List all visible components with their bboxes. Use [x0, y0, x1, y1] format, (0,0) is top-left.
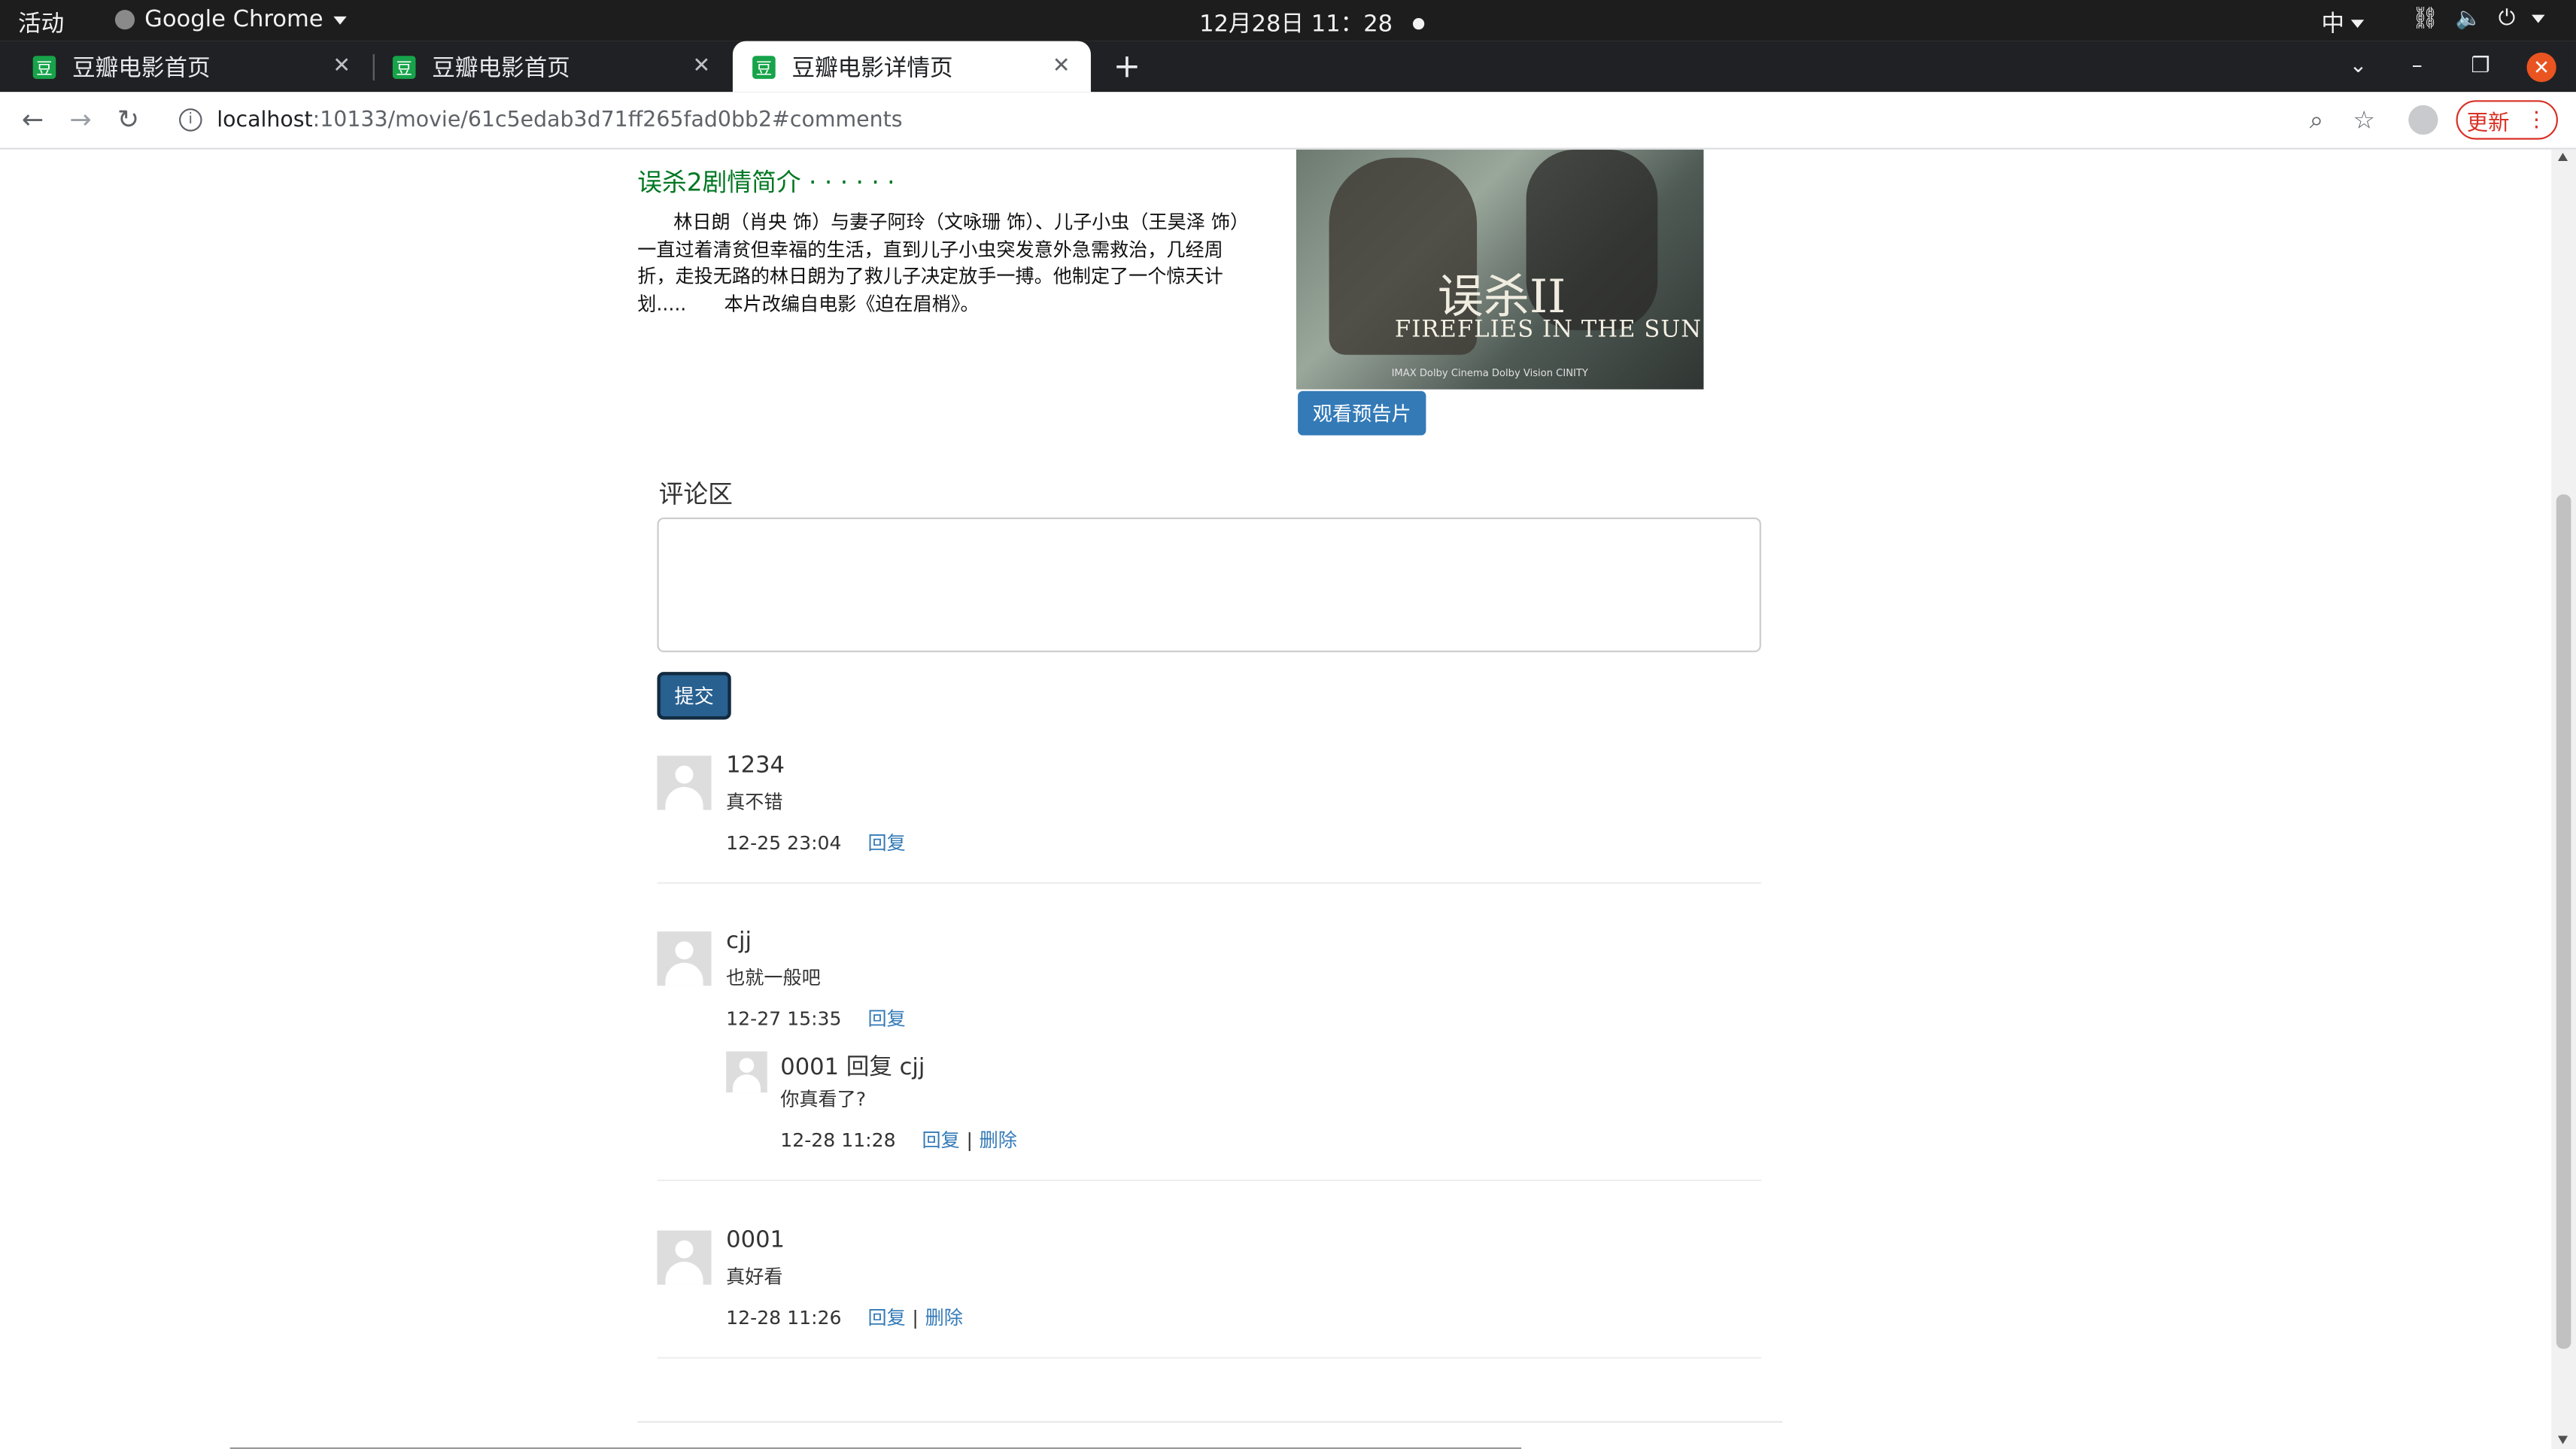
- tab-title: 豆瓣电影详情页: [791, 55, 953, 82]
- minimize-icon[interactable]: –: [2412, 41, 2423, 93]
- update-label: 更新: [2466, 111, 2510, 136]
- notification-dot-icon: [1412, 17, 1424, 29]
- link-separator: |: [912, 1306, 919, 1329]
- comment-text: 真好看: [726, 1265, 783, 1288]
- reply-time: 12-28 11:28: [780, 1129, 896, 1152]
- star-icon[interactable]: ☆: [2350, 105, 2379, 135]
- comment-meta: 12-27 15:35 回复: [726, 1005, 905, 1031]
- scroll-thumb[interactable]: [2556, 494, 2571, 1349]
- douban-favicon-icon: 豆: [32, 55, 56, 79]
- comment-time: 12-28 11:26: [726, 1306, 842, 1329]
- comment-user: cjj: [726, 928, 752, 955]
- tab-title: 豆瓣电影首页: [72, 55, 211, 82]
- link-separator: |: [966, 1129, 973, 1152]
- submit-button[interactable]: 提交: [657, 672, 731, 720]
- comment-time: 12-27 15:35: [726, 1007, 842, 1031]
- poster-title-en: FIREFLIES IN THE SUN: [1394, 317, 1703, 344]
- url-host: localhost: [217, 108, 313, 132]
- input-method-indicator[interactable]: 中: [2322, 7, 2365, 40]
- watch-trailer-button[interactable]: 观看预告片: [1298, 390, 1426, 436]
- app-menu[interactable]: Google Chrome: [114, 6, 347, 33]
- comment-input[interactable]: [657, 517, 1761, 652]
- tab-title: 豆瓣电影首页: [432, 55, 570, 82]
- restore-icon[interactable]: ❐: [2471, 41, 2489, 93]
- avatar: [657, 755, 712, 810]
- douban-favicon-icon: 豆: [392, 55, 416, 79]
- tab-douban-home-2[interactable]: 豆 豆瓣电影首页 ✕: [373, 41, 731, 93]
- profile-icon[interactable]: [2408, 105, 2438, 135]
- info-icon[interactable]: i: [179, 108, 202, 132]
- zoom-icon[interactable]: ⌕: [2301, 105, 2331, 135]
- avatar: [657, 1230, 712, 1285]
- tab-search-chevron-down-icon[interactable]: ⌄: [2350, 41, 2368, 93]
- screen: 活动 Google Chrome 12月28日 11：28 中 ⛓ 🔈 ⏻ 豆 …: [0, 0, 2576, 1449]
- arrow-right-icon[interactable]: →: [64, 104, 97, 137]
- comment-divider: [657, 1179, 1761, 1182]
- comment-time: 12-25 23:04: [726, 831, 842, 855]
- browser-toolbar: ← → ↻ i localhost:10133/movie/61c5edab3d…: [0, 92, 2576, 150]
- comment-text: 也就一般吧: [726, 965, 821, 989]
- close-icon: ✕: [2526, 51, 2556, 82]
- caret-down-icon: [2532, 14, 2545, 23]
- comment-user: 1234: [726, 752, 785, 779]
- reply-link[interactable]: 回复: [867, 1305, 905, 1331]
- movie-poster: 误杀II FIREFLIES IN THE SUN IMAX Dolby Cin…: [1296, 149, 1704, 390]
- tab-douban-home-1[interactable]: 豆 豆瓣电影首页 ✕: [13, 41, 371, 93]
- kebab-menu-icon: ⋮: [2526, 108, 2547, 132]
- reply-link[interactable]: 回复: [867, 1005, 905, 1031]
- system-tray[interactable]: ⛓ 🔈 ⏻: [2411, 6, 2545, 32]
- close-icon[interactable]: ✕: [688, 54, 715, 79]
- close-icon[interactable]: ✕: [329, 54, 355, 79]
- comment-section-heading: 评论区: [658, 479, 733, 509]
- caret-down-icon: [333, 15, 347, 24]
- comment-user: 0001: [726, 1227, 785, 1254]
- delete-link[interactable]: 删除: [925, 1305, 963, 1331]
- reload-icon[interactable]: ↻: [111, 104, 144, 137]
- page-viewport: 误杀2剧情简介 · · · · · · 林日朗（肖央 饰）与妻子阿玲（文咏珊 饰…: [0, 149, 2576, 1449]
- update-button[interactable]: 更新 ⋮: [2456, 100, 2558, 140]
- caret-down-icon: [2350, 19, 2365, 28]
- poster-credits: IMAX Dolby Cinema Dolby Vision CINITY: [1391, 368, 1588, 380]
- address-bar[interactable]: i localhost:10133/movie/61c5edab3d71ff26…: [164, 99, 2398, 141]
- tab-strip: 豆 豆瓣电影首页 ✕ 豆 豆瓣电影首页 ✕ 豆 豆瓣电影详情页 ✕ + ⌄ – …: [0, 41, 2576, 93]
- intro-text: 林日朗（肖央 饰）与妻子阿玲（文咏珊 饰）、儿子小虫（王昊泽 饰）一直过着清贫但…: [637, 210, 1240, 315]
- comment-divider: [657, 1356, 1761, 1359]
- delete-link[interactable]: 删除: [980, 1127, 1017, 1153]
- chrome-icon: [114, 10, 135, 30]
- network-icon: ⛓: [2411, 6, 2439, 32]
- close-icon[interactable]: ✕: [1048, 54, 1074, 79]
- comment-meta: 12-28 11:26 回复 | 删除: [726, 1305, 963, 1331]
- section-divider: [637, 1420, 1783, 1423]
- scroll-up-icon[interactable]: [2557, 153, 2568, 161]
- scroll-down-icon[interactable]: [2557, 1435, 2568, 1444]
- douban-favicon-icon: 豆: [752, 55, 776, 79]
- plus-icon[interactable]: +: [1110, 46, 1144, 85]
- page-scrollbar[interactable]: [2551, 149, 2576, 1449]
- reply-link[interactable]: 回复: [922, 1127, 960, 1153]
- system-top-bar: 活动 Google Chrome 12月28日 11：28 中 ⛓ 🔈 ⏻: [0, 0, 2576, 41]
- reply-text: 你真看了?: [780, 1087, 867, 1111]
- activities-button[interactable]: 活动: [18, 7, 64, 40]
- clock-text: 12月28日 11：28: [1199, 11, 1393, 38]
- volume-icon: 🔈: [2455, 6, 2482, 32]
- avatar: [726, 1051, 767, 1093]
- comment-text: 真不错: [726, 790, 783, 813]
- app-name: Google Chrome: [144, 6, 324, 33]
- intro-title: 误杀2剧情简介 · · · · · ·: [637, 167, 895, 198]
- tab-douban-detail[interactable]: 豆 豆瓣电影详情页 ✕: [732, 41, 1091, 93]
- power-icon: ⏻: [2498, 6, 2516, 32]
- input-method-label: 中: [2321, 11, 2345, 38]
- reply-meta: 12-28 11:28 回复 | 删除: [780, 1127, 1017, 1153]
- clock[interactable]: 12月28日 11：28: [1199, 7, 1424, 40]
- url-path: :10133/movie/61c5edab3d71ff265fad0bb2#co…: [312, 108, 903, 132]
- arrow-left-icon[interactable]: ←: [17, 104, 50, 137]
- reply-link[interactable]: 回复: [867, 830, 905, 856]
- avatar: [657, 931, 712, 986]
- comment-divider: [657, 882, 1761, 884]
- comment-meta: 12-25 23:04 回复: [726, 830, 905, 856]
- window-close-button[interactable]: ✕: [2526, 41, 2556, 93]
- reply-user: 0001 回复 cjj: [780, 1054, 925, 1081]
